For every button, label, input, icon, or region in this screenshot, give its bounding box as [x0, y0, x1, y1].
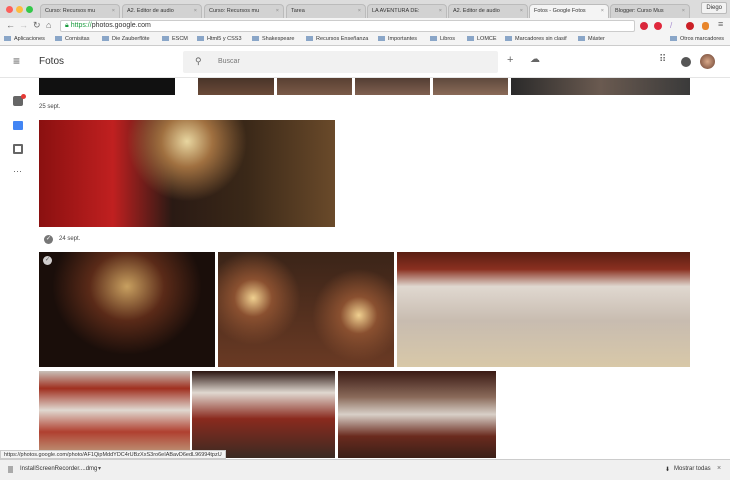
browser-tab[interactable]: Curso: Recursos mu × [204, 4, 284, 18]
status-url: https://photos.google.com/photo/AF1QipMd… [0, 450, 226, 459]
forward-icon[interactable]: → [19, 20, 28, 30]
close-download-bar-icon[interactable]: × [717, 465, 721, 472]
minimize-window-button[interactable] [16, 6, 23, 13]
upload-cloud-icon[interactable]: ☁ [530, 54, 540, 65]
apps-grid-icon[interactable]: ⠿ [659, 54, 666, 65]
chevron-down-icon[interactable]: ▾ [98, 465, 101, 472]
photos-icon[interactable] [13, 121, 23, 130]
show-all-downloads[interactable]: Mostrar todas [674, 466, 711, 472]
photo-thumbnail[interactable] [218, 252, 394, 367]
tab-label: Blogger: Curso Mus [615, 8, 664, 14]
tab-bar: Curso: Recursos mu × A2. Editor de audio ×… [0, 0, 730, 18]
close-tab-icon[interactable]: × [682, 8, 685, 14]
url-scheme: https:// [70, 22, 92, 29]
tab-label: A2. Editor de audio [453, 8, 500, 14]
download-item[interactable]: InstallScreenRecorder....dmg [20, 466, 97, 472]
browser-tab[interactable]: LA AVENTURA DE: × [367, 4, 447, 18]
notifications-icon[interactable] [681, 57, 691, 67]
home-icon[interactable]: ⌂ [46, 20, 51, 30]
adblock-icon[interactable] [654, 22, 662, 30]
main-menu-icon[interactable]: ≡ [13, 54, 20, 68]
bookmark-folder[interactable]: ESCM [162, 36, 188, 42]
browser-tab[interactable]: Blogger: Curso Mus × [610, 4, 690, 18]
lock-icon: 🔒︎ [65, 22, 69, 29]
tab-label: Curso: Recursos mu [209, 8, 260, 14]
notification-badge [21, 94, 26, 99]
search-bar[interactable]: ⚲ Buscar [183, 51, 498, 73]
app-header: ≡ Fotos ⚲ Buscar + ☁ ⠿ [0, 46, 730, 78]
browser-tab[interactable]: Curso: Recursos mu × [40, 4, 120, 18]
albums-icon[interactable] [13, 144, 23, 154]
date-heading: 24 sept. [59, 236, 81, 242]
close-tab-icon[interactable]: × [439, 8, 442, 14]
search-input[interactable]: Buscar [218, 58, 240, 65]
file-icon [8, 466, 13, 473]
photo-thumbnail[interactable] [39, 371, 190, 458]
address-bar[interactable]: 🔒︎ https://photos.google.com [60, 20, 635, 32]
photo-thumbnail[interactable] [39, 120, 335, 227]
close-tab-icon[interactable]: × [520, 8, 523, 14]
bookmark-folder[interactable]: Die Zauberflöte [102, 36, 150, 42]
bookmark-apps[interactable]: Aplicaciones [4, 36, 45, 42]
close-tab-icon[interactable]: × [194, 8, 197, 14]
photo-thumbnail[interactable]: ✓ [39, 252, 215, 367]
photo-thumbnail[interactable] [338, 371, 496, 458]
bookmark-folder[interactable]: LOMCE [467, 36, 497, 42]
more-icon[interactable]: ⋯ [13, 166, 22, 177]
browser-tab[interactable]: A2. Editor de audio × [448, 4, 528, 18]
select-date-checkbox[interactable]: ✓ [44, 235, 53, 244]
app-title: Fotos [39, 56, 65, 67]
bookmark-folder[interactable]: Html5 y CSS3 [197, 36, 242, 42]
close-window-button[interactable] [6, 6, 13, 13]
bookmark-folder[interactable]: Shakespeare [252, 36, 294, 42]
search-icon: ⚲ [195, 56, 202, 66]
pen-extension-icon[interactable]: / [670, 21, 672, 30]
download-arrow-icon: ⬇ [665, 467, 671, 473]
tab-label: A2. Editor de audio [127, 8, 174, 14]
select-photo-checkbox[interactable]: ✓ [43, 256, 52, 265]
download-bar: InstallScreenRecorder....dmg ▾ ⬇ Mostrar… [0, 459, 730, 480]
profile-button[interactable]: Diego [701, 2, 727, 14]
url-host: photos.google.com [91, 22, 151, 29]
photo-thumbnail[interactable] [192, 371, 335, 458]
bookmark-folder[interactable]: Recursos Enseñanza [306, 36, 368, 42]
close-tab-icon[interactable]: × [601, 8, 604, 14]
bookmark-folder[interactable]: Marcadores sin clasif [505, 36, 567, 42]
bookmark-folder[interactable]: Libros [430, 36, 455, 42]
bookmark-folder[interactable]: Cornisitas [55, 36, 89, 42]
avatar[interactable] [700, 54, 715, 69]
maximize-window-button[interactable] [26, 6, 33, 13]
browser-tab[interactable]: Tarea × [286, 4, 366, 18]
close-tab-icon[interactable]: × [112, 8, 115, 14]
create-icon[interactable]: + [507, 54, 513, 66]
menu-icon[interactable]: ≡ [718, 19, 723, 29]
close-tab-icon[interactable]: × [276, 8, 279, 14]
tab-label: Fotos - Google Fotos [534, 8, 586, 14]
tab-label: Tarea [291, 8, 305, 14]
pinterest-icon[interactable] [686, 22, 694, 30]
tab-label: LA AVENTURA DE: [372, 8, 420, 14]
reload-icon[interactable]: ↻ [33, 20, 41, 31]
photo-thumbnail[interactable] [397, 252, 690, 367]
back-icon[interactable]: ← [6, 20, 15, 30]
extension-icon[interactable] [702, 22, 709, 30]
browser-tab[interactable]: A2. Editor de audio × [122, 4, 202, 18]
browser-tab-active[interactable]: Fotos - Google Fotos × [529, 4, 609, 18]
bookmark-folder[interactable]: Importantes [378, 36, 417, 42]
extension-icon[interactable] [640, 22, 648, 30]
bookmark-folder[interactable]: Máster [578, 36, 605, 42]
tab-label: Curso: Recursos mu [45, 8, 96, 14]
close-tab-icon[interactable]: × [358, 8, 361, 14]
bookmark-other[interactable]: Otros marcadores [670, 36, 724, 42]
date-heading: 25 sept. [39, 104, 61, 110]
